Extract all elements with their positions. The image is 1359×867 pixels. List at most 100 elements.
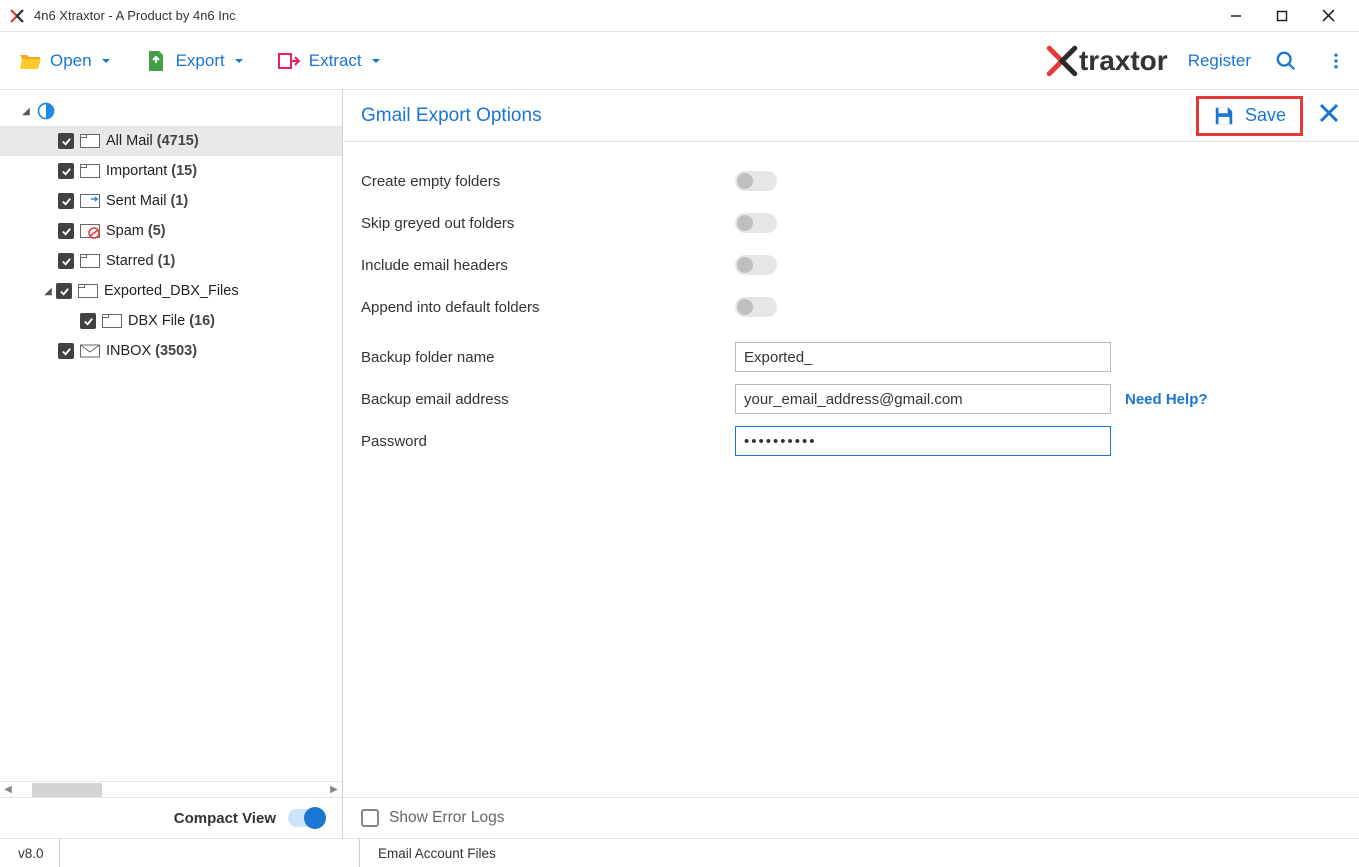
- options-form: Create empty folders Skip greyed out fol…: [343, 142, 1359, 797]
- tree-item-count: (15): [171, 163, 197, 179]
- tree-item-important[interactable]: Important (15): [0, 156, 342, 186]
- checkbox-icon[interactable]: [80, 313, 96, 329]
- caret-down-icon: [100, 55, 112, 67]
- folder-icon: [80, 163, 100, 179]
- caret-down-icon: [233, 55, 245, 67]
- search-button[interactable]: [1271, 46, 1301, 76]
- extract-label: Extract: [309, 51, 362, 71]
- version-label: v8.0: [0, 839, 60, 867]
- option-label-create-empty: Create empty folders: [361, 173, 735, 190]
- tree-item-sent-mail[interactable]: Sent Mail (1): [0, 186, 342, 216]
- tree-item-exported-dbx[interactable]: ◢ Exported_DBX_Files: [0, 276, 342, 306]
- tree-item-label: Important: [106, 163, 167, 179]
- main-toolbar: Open Export Extract traxtor Register: [0, 32, 1359, 90]
- backup-folder-input[interactable]: [735, 342, 1111, 372]
- tree-item-label: Starred: [106, 253, 154, 269]
- collapse-icon[interactable]: ◢: [20, 106, 32, 117]
- checkbox-icon[interactable]: [58, 133, 74, 149]
- account-icon: [36, 101, 56, 121]
- compact-view-label: Compact View: [174, 810, 276, 827]
- minimize-button[interactable]: [1213, 1, 1259, 31]
- show-error-logs-checkbox[interactable]: [361, 809, 379, 827]
- folder-tree: ◢ All Mail (4715) Important (15) S: [0, 90, 342, 781]
- folder-icon: [80, 133, 100, 149]
- backup-email-input[interactable]: [735, 384, 1111, 414]
- compact-view-toggle[interactable]: [288, 809, 326, 827]
- folder-icon: [78, 283, 98, 299]
- sent-icon: [80, 193, 100, 209]
- close-panel-button[interactable]: [1317, 101, 1341, 130]
- app-logo: traxtor: [1045, 44, 1168, 78]
- checkbox-icon[interactable]: [58, 193, 74, 209]
- toggle-include-headers[interactable]: [735, 255, 777, 275]
- show-error-logs-label: Show Error Logs: [389, 809, 504, 827]
- checkbox-icon[interactable]: [58, 163, 74, 179]
- app-icon: [8, 7, 26, 25]
- collapse-icon[interactable]: ◢: [42, 286, 54, 297]
- close-window-button[interactable]: [1305, 1, 1351, 31]
- tree-item-label: Exported_DBX_Files: [104, 283, 239, 299]
- option-label-backup-email: Backup email address: [361, 391, 735, 408]
- tree-item-count: (3503): [155, 343, 197, 359]
- main-header: Gmail Export Options Save: [343, 90, 1359, 142]
- title-bar: 4n6 Xtraxtor - A Product by 4n6 Inc: [0, 0, 1359, 32]
- checkbox-icon[interactable]: [58, 253, 74, 269]
- tree-item-dbx-file[interactable]: DBX File (16): [0, 306, 342, 336]
- spam-icon: [80, 223, 100, 239]
- save-label: Save: [1245, 105, 1286, 126]
- sidebar-footer: Compact View: [0, 797, 342, 839]
- main-footer: Show Error Logs: [343, 797, 1359, 839]
- option-label-append-default: Append into default folders: [361, 299, 735, 316]
- tree-item-all-mail[interactable]: All Mail (4715): [0, 126, 342, 156]
- toggle-skip-greyed[interactable]: [735, 213, 777, 233]
- tree-item-starred[interactable]: Starred (1): [0, 246, 342, 276]
- tree-item-count: (1): [158, 253, 176, 269]
- window-title: 4n6 Xtraxtor - A Product by 4n6 Inc: [34, 8, 1213, 23]
- folder-tree-sidebar: ◢ All Mail (4715) Important (15) S: [0, 90, 343, 839]
- inbox-icon: [80, 343, 100, 359]
- status-bar: v8.0 Email Account Files: [0, 839, 1359, 867]
- search-icon: [1275, 50, 1297, 72]
- folder-open-icon: [18, 49, 42, 73]
- checkbox-icon[interactable]: [56, 283, 72, 299]
- need-help-link[interactable]: Need Help?: [1125, 391, 1208, 408]
- status-text: Email Account Files: [360, 846, 496, 861]
- tree-item-label: DBX File: [128, 313, 185, 329]
- more-menu[interactable]: [1321, 46, 1351, 76]
- tree-item-inbox[interactable]: INBOX (3503): [0, 336, 342, 366]
- extract-menu[interactable]: Extract: [267, 41, 392, 81]
- extract-icon: [277, 49, 301, 73]
- file-export-icon: [144, 49, 168, 73]
- export-label: Export: [176, 51, 225, 71]
- main-panel: Gmail Export Options Save Create empty f…: [343, 90, 1359, 839]
- option-label-password: Password: [361, 433, 735, 450]
- checkbox-icon[interactable]: [58, 343, 74, 359]
- panel-title: Gmail Export Options: [361, 105, 1196, 127]
- close-icon: [1317, 101, 1341, 125]
- tree-item-label: Spam: [106, 223, 144, 239]
- tree-item-label: All Mail: [106, 133, 153, 149]
- horizontal-scrollbar[interactable]: ◀▶: [0, 781, 342, 797]
- tree-item-spam[interactable]: Spam (5): [0, 216, 342, 246]
- save-button[interactable]: Save: [1196, 96, 1303, 136]
- tree-item-label: Sent Mail: [106, 193, 166, 209]
- open-label: Open: [50, 51, 92, 71]
- open-menu[interactable]: Open: [8, 41, 122, 81]
- toggle-create-empty[interactable]: [735, 171, 777, 191]
- export-menu[interactable]: Export: [134, 41, 255, 81]
- folder-icon: [80, 253, 100, 269]
- folder-icon: [102, 313, 122, 329]
- tree-item-count: (4715): [157, 133, 199, 149]
- option-label-include-headers: Include email headers: [361, 257, 735, 274]
- tree-root[interactable]: ◢: [0, 96, 342, 126]
- toggle-append-default[interactable]: [735, 297, 777, 317]
- password-input[interactable]: [735, 426, 1111, 456]
- maximize-button[interactable]: [1259, 1, 1305, 31]
- tree-item-count: (1): [170, 193, 188, 209]
- checkbox-icon[interactable]: [58, 223, 74, 239]
- tree-item-count: (5): [148, 223, 166, 239]
- option-label-backup-folder: Backup folder name: [361, 349, 735, 366]
- register-link[interactable]: Register: [1188, 51, 1251, 71]
- dots-vertical-icon: [1326, 51, 1346, 71]
- logo-text: traxtor: [1079, 45, 1168, 77]
